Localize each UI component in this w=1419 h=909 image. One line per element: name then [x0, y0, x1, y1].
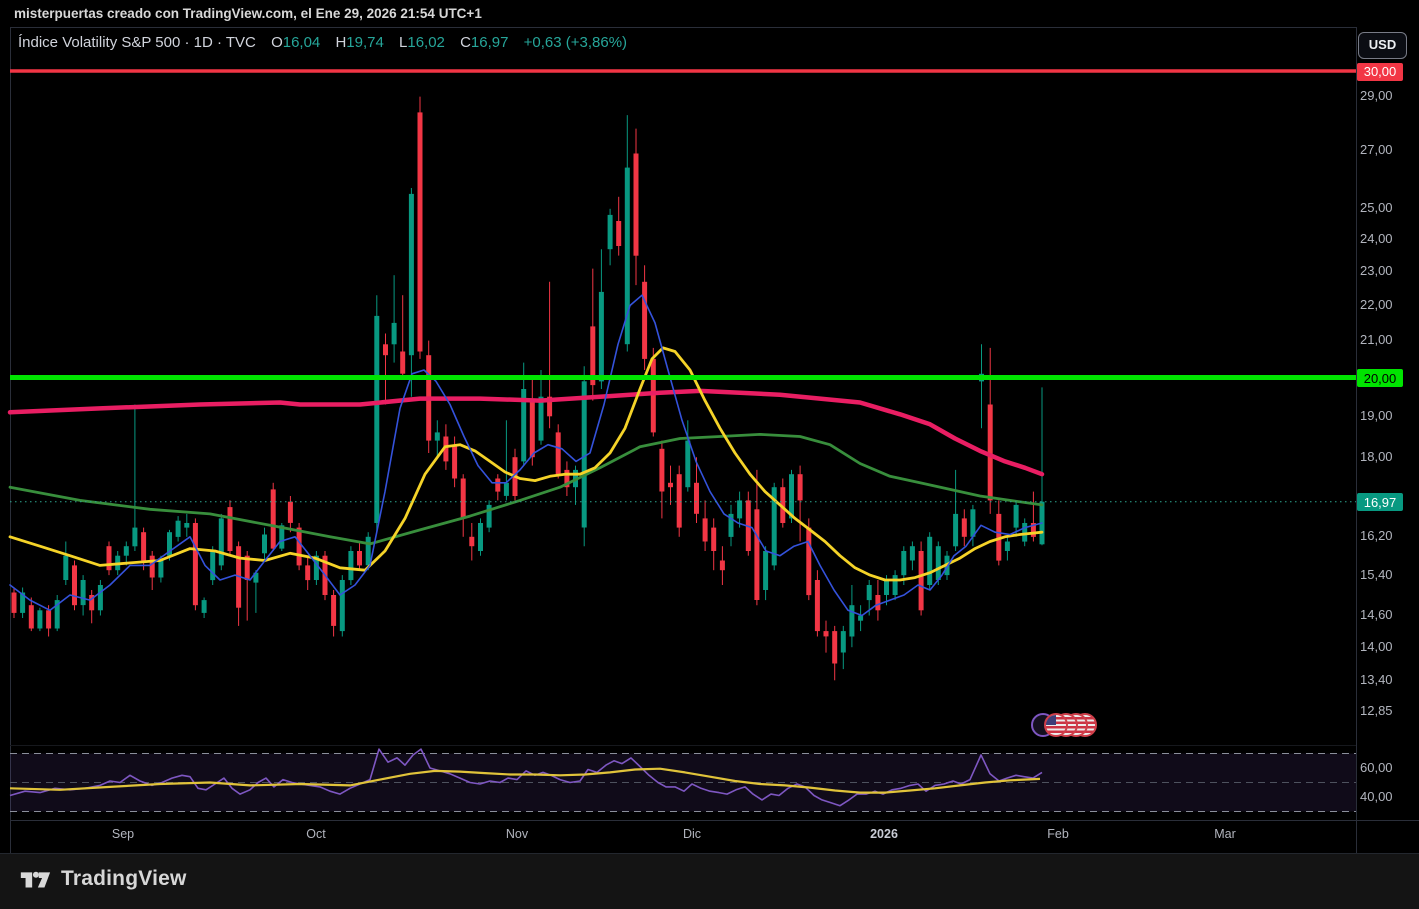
time-axis-label-Dic: Dic	[682, 827, 702, 841]
price-axis-separator	[1356, 27, 1357, 853]
change-value: +0,63 (+3,86%)	[523, 34, 628, 51]
time-axis-separator	[10, 820, 1419, 821]
price-axis-tick: 23,00	[1360, 263, 1393, 279]
price-axis-tick: 27,00	[1360, 142, 1393, 158]
price-axis-tick: 15,40	[1360, 566, 1393, 582]
ma-yellow	[8, 346, 1044, 582]
candles-series[interactable]	[11, 96, 1045, 681]
ohlc-high: H19,74	[335, 34, 384, 51]
indicator-axis-tick: 60,00	[1360, 759, 1393, 775]
ohlc-low: L16,02	[399, 34, 445, 51]
price-axis-tick: 24,00	[1360, 231, 1393, 247]
price-axis-tick: 13,40	[1360, 671, 1393, 687]
price-label-20,00: 20,00	[1357, 369, 1403, 388]
time-axis-label-Mar: Mar	[1214, 827, 1236, 841]
price-axis-tick: 18,00	[1360, 448, 1393, 464]
price-axis-tick: 14,60	[1360, 606, 1393, 622]
chart-canvas[interactable]	[0, 0, 1419, 909]
symbol-title[interactable]: Índice Volatility S&P 500 · 1D · TVC	[18, 34, 256, 51]
price-label-30,00: 30,00	[1357, 62, 1403, 81]
us-flag-canton	[1046, 715, 1056, 725]
pane-divider	[10, 745, 1356, 746]
us-flag-icon[interactable]	[1044, 713, 1068, 737]
price-axis-tick: 25,00	[1360, 200, 1393, 216]
price-axis-tick: 19,00	[1360, 407, 1393, 423]
time-axis-label-2026: 2026	[870, 827, 898, 841]
price-axis-tick: 14,00	[1360, 638, 1393, 654]
ohlc-close: C16,97	[460, 34, 509, 51]
price-label-16,97: 16,97	[1357, 493, 1403, 512]
indicator-axis-tick: 40,00	[1360, 788, 1393, 804]
symbol-header: Índice Volatility S&P 500 · 1D · TVC O16…	[18, 34, 627, 51]
currency-usd-button[interactable]: USD	[1358, 32, 1407, 59]
price-axis-tick: 22,00	[1360, 296, 1393, 312]
time-axis-label-Sep: Sep	[111, 827, 135, 841]
ohlc-open: O16,04	[271, 34, 321, 51]
price-axis-tick: 16,20	[1360, 528, 1393, 544]
price-axis-tick: 21,00	[1360, 332, 1393, 348]
tradingview-logo-icon	[20, 871, 51, 888]
tradingview-logo-text: TradingView	[61, 867, 187, 890]
tradingview-logo[interactable]: TradingView	[18, 865, 187, 893]
flag-icons-cluster[interactable]	[1031, 713, 1111, 741]
time-axis-label-Oct: Oct	[306, 827, 326, 841]
price-axis-tick: 12,85	[1360, 703, 1393, 719]
time-axis-label-Feb: Feb	[1047, 827, 1069, 841]
time-axis-label-Nov: Nov	[505, 827, 529, 841]
price-axis-tick: 29,00	[1360, 88, 1393, 104]
tradingview-chart-window: misterpuertas creado con TradingView.com…	[0, 0, 1419, 909]
